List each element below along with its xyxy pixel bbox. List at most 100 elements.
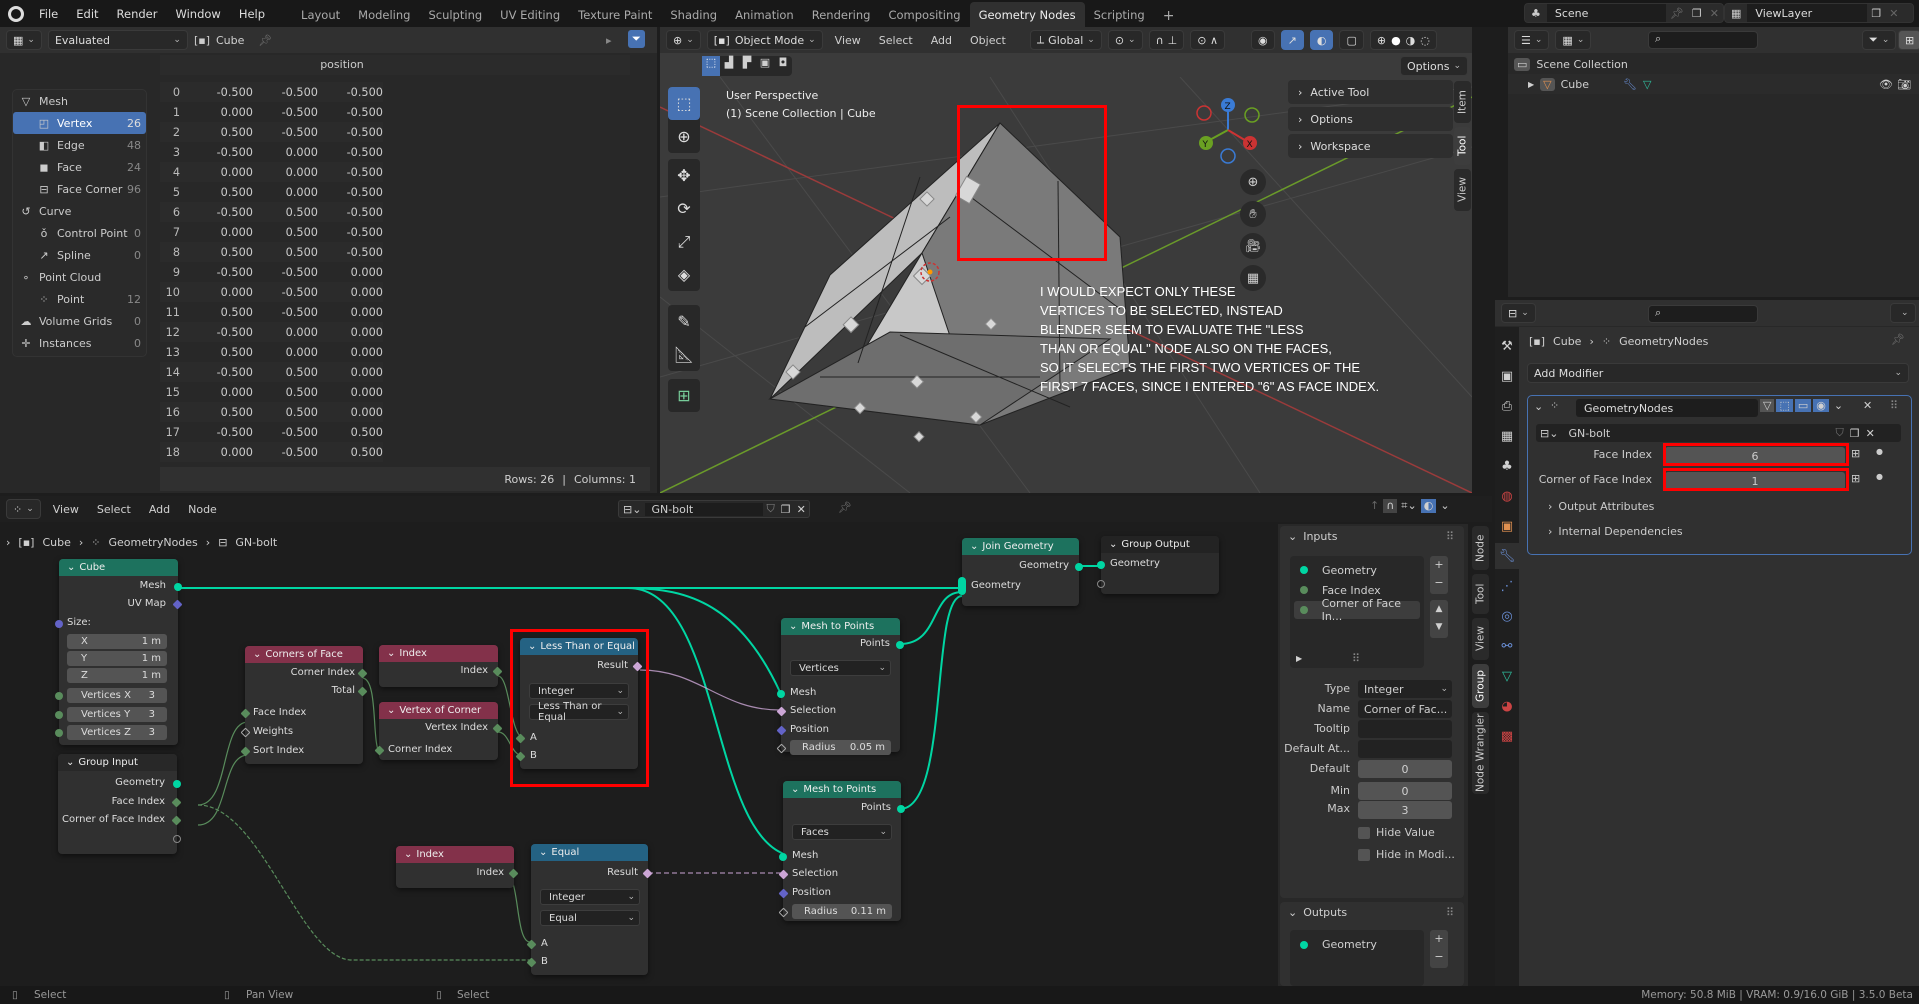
menu-view[interactable]: View: [829, 34, 867, 47]
tab-layout[interactable]: Layout: [292, 2, 349, 27]
snap-grid-icon[interactable]: ⌗⌄: [1401, 499, 1416, 513]
domain-item-volume-grids[interactable]: ☁ Volume Grids 0: [13, 310, 146, 332]
node-mesh-to-points-faces[interactable]: ⌄ Mesh to Points Points Faces ⌄ Mesh Selec…: [778, 781, 905, 921]
pin-icon[interactable]: 📌︎: [1666, 7, 1688, 20]
mesh-data-icon[interactable]: ▽: [1643, 78, 1651, 91]
move-down-button[interactable]: ▼: [1430, 618, 1448, 636]
visibility-dropdown[interactable]: ◉: [1251, 30, 1275, 50]
collapse-chevron-icon[interactable]: ⌄: [66, 757, 74, 768]
world-tab[interactable]: ◍: [1495, 483, 1520, 509]
rotate-tool[interactable]: ⟳: [668, 192, 700, 225]
modifier-tab[interactable]: 🔧︎: [1495, 543, 1520, 569]
node-vertex-of-corner[interactable]: ⌄ Vertex of Corner Vertex Index Corner In…: [374, 702, 503, 760]
tab-modeling[interactable]: Modeling: [349, 2, 419, 27]
side-tab-tool[interactable]: Tool: [1454, 127, 1471, 165]
node-join-geometry[interactable]: ⌄ Join Geometry Geometry Geometry: [958, 538, 1083, 606]
collapse-chevron-icon[interactable]: ⌄: [1109, 539, 1117, 550]
radius-field[interactable]: Radius 0.11 m: [792, 904, 892, 919]
max-value-field[interactable]: 3: [1358, 801, 1452, 819]
unlink-icon[interactable]: ✕: [1863, 427, 1878, 440]
editor-type-button[interactable]: ⊕ ⌄: [666, 30, 701, 50]
gizmo-toggle[interactable]: ↗: [1280, 30, 1304, 50]
duplicate-icon[interactable]: ❐: [1847, 427, 1863, 440]
pin-icon[interactable]: 📌︎: [258, 34, 272, 47]
subpanel-output-attributes[interactable]: › Output Attributes: [1548, 500, 1654, 513]
remove-input-button[interactable]: −: [1430, 574, 1448, 592]
domain-item-spline[interactable]: ↗ Spline 0: [13, 244, 146, 266]
sidebar-tab-group[interactable]: Group: [1472, 664, 1489, 708]
output-tab[interactable]: ⎙: [1495, 393, 1520, 419]
size-x-field[interactable]: X 1 m: [67, 634, 167, 649]
node-index[interactable]: ⌄ Index Index: [379, 645, 503, 687]
sidebar-tab-tool[interactable]: Tool: [1472, 574, 1489, 614]
tab-shading[interactable]: Shading: [661, 2, 726, 27]
drag-handle-icon[interactable]: ⠿: [1446, 530, 1454, 543]
name-field[interactable]: Corner of Fac...: [1358, 700, 1452, 718]
constraints-tab[interactable]: ⚯: [1495, 633, 1520, 659]
properties-search-input[interactable]: ⌕: [1648, 305, 1758, 323]
socket-points-output[interactable]: [896, 641, 904, 649]
hide-value-checkbox[interactable]: Hide Value: [1358, 826, 1435, 839]
node-header[interactable]: ⌄ Index: [396, 846, 514, 863]
node-header[interactable]: ⌄ Corners of Face: [245, 646, 363, 663]
options-dropdown[interactable]: ⌄: [1890, 303, 1916, 323]
socket-size-input[interactable]: [55, 620, 63, 628]
add-workspace-button[interactable]: +: [1154, 2, 1184, 27]
corner-of-face-index-field[interactable]: 1: [1665, 472, 1845, 490]
domain-item-face[interactable]: ◼ Face 24: [13, 156, 146, 178]
parent-tree-icon[interactable]: ↑: [1370, 499, 1379, 513]
data-type-dropdown[interactable]: Integer ⌄: [540, 889, 640, 905]
mode-dropdown[interactable]: Faces ⌄: [792, 824, 892, 840]
add-output-button[interactable]: +: [1430, 930, 1448, 948]
default-attribute-field[interactable]: [1358, 740, 1452, 758]
tab-compositing[interactable]: Compositing: [879, 2, 969, 27]
node-equal[interactable]: ⌄ Equal Result Integer ⌄ Equal ⌄ A B: [526, 844, 653, 975]
mode-dropdown[interactable]: Vertices ⌄: [790, 660, 891, 676]
blender-logo-icon[interactable]: [8, 5, 24, 22]
add-input-button[interactable]: +: [1430, 556, 1448, 574]
node-header[interactable]: ⌄ Group Input: [58, 754, 177, 771]
socket-geometry-output[interactable]: [173, 780, 181, 788]
pin-icon[interactable]: 📌︎: [1891, 333, 1905, 346]
render-toggle-icon[interactable]: ◉: [1813, 399, 1829, 412]
npanel-workspace[interactable]: › Workspace: [1288, 134, 1453, 158]
select-new-icon[interactable]: ⬚: [702, 56, 720, 76]
collapse-chevron-icon[interactable]: ⌄: [528, 641, 536, 652]
expand-arrow-icon[interactable]: ▶: [1296, 654, 1302, 663]
editor-type-button[interactable]: ▦ ⌄: [6, 30, 42, 50]
drag-handle-icon[interactable]: ⠿: [1890, 399, 1898, 412]
size-y-field[interactable]: Y 1 m: [67, 651, 167, 666]
node-header[interactable]: ⌄ Mesh to Points: [781, 618, 900, 635]
editor-type-button[interactable]: ☰ ⌄: [1514, 30, 1550, 50]
node-corners-of-face[interactable]: ⌄ Corners of Face Corner Index Total Face…: [240, 646, 368, 764]
data-type-dropdown[interactable]: Integer ⌄: [529, 683, 629, 699]
type-dropdown[interactable]: Integer ⌄: [1358, 680, 1452, 698]
display-mode-button[interactable]: ▦ ⌄: [1555, 30, 1592, 50]
physics-tab[interactable]: ◎: [1495, 603, 1520, 629]
scene-tab[interactable]: ♣: [1495, 453, 1520, 479]
xray-toggle[interactable]: ▢: [1339, 30, 1364, 50]
domain-item-control-point[interactable]: ǒ Control Point 0: [13, 222, 146, 244]
node-editor[interactable]: ⁘ ⌄ View Select Add Node ⊟⌄ GN-bolt ⛉ ❐ ✕…: [0, 496, 1492, 986]
material-tab[interactable]: ◕: [1495, 693, 1520, 719]
npanel-options[interactable]: › Options: [1288, 107, 1453, 131]
overlay-toggle[interactable]: ◐: [1309, 30, 1334, 50]
render-camera-icon[interactable]: 📷︎: [1897, 78, 1911, 91]
menu-help[interactable]: Help: [230, 7, 274, 21]
hide-in-modifier-checkbox[interactable]: Hide in Modi...: [1358, 848, 1455, 861]
filter-dropdown[interactable]: ⏷ ⌄: [1862, 30, 1897, 50]
snap-magnet-icon[interactable]: ∩: [1383, 499, 1398, 513]
collapse-chevron-icon[interactable]: ⌄: [387, 705, 395, 716]
menu-render[interactable]: Render: [108, 7, 167, 21]
texture-tab[interactable]: ▩: [1495, 723, 1520, 749]
operation-dropdown[interactable]: Equal ⌄: [540, 910, 640, 926]
mode-dropdown[interactable]: [▪] Object Mode ⌄: [706, 30, 823, 50]
domain-item-edge[interactable]: ◧ Edge 48: [13, 134, 146, 156]
overlay-dropdown-icon[interactable]: ⌄: [1440, 499, 1449, 513]
on-cage-toggle-icon[interactable]: ⬚: [1776, 399, 1793, 412]
scene-name-field[interactable]: Scene: [1546, 4, 1666, 22]
tab-uv-editing[interactable]: UV Editing: [491, 2, 569, 27]
scale-tool[interactable]: ⤢: [668, 225, 700, 258]
socket-points-output[interactable]: [897, 805, 905, 813]
move-tool[interactable]: ✥: [668, 159, 700, 192]
